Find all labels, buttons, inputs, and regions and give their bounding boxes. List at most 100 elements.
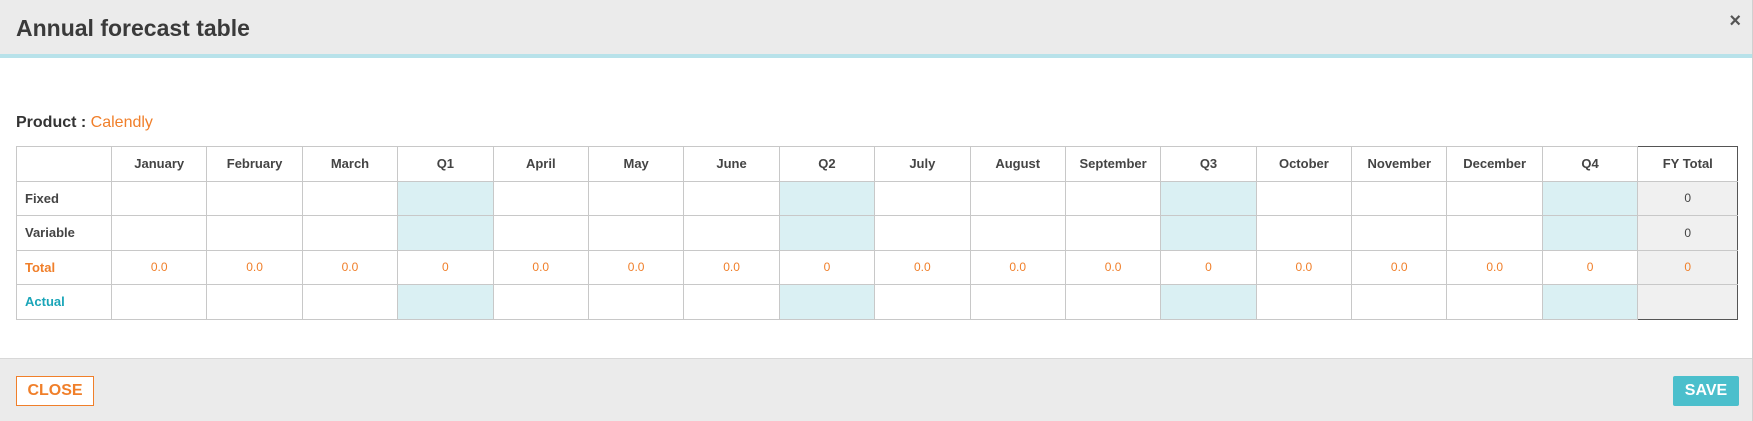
forecast-cell[interactable] [110,215,208,251]
forecast-cell: 0.0 [683,249,780,285]
forecast-cell[interactable] [1255,284,1353,320]
close-button[interactable]: CLOSE [16,376,94,406]
save-button[interactable]: SAVE [1673,376,1739,406]
corner-header-cell [16,146,112,182]
forecast-cell[interactable] [969,215,1066,251]
column-header: July [874,146,971,182]
forecast-cell: 0.0 [1446,249,1543,285]
forecast-cell[interactable] [1446,215,1543,251]
table-row: Actual [16,284,1739,320]
fy-total-cell: 0 [1637,249,1739,285]
forecast-cell[interactable] [874,215,971,251]
forecast-cell: 0.0 [969,249,1066,285]
forecast-cell[interactable] [492,284,589,320]
modal-header: Annual forecast table × [0,0,1752,58]
table-row: Fixed 0 [16,180,1739,216]
column-header: December [1446,146,1543,182]
quarter-cell [1160,215,1257,251]
forecast-cell[interactable] [206,180,303,216]
forecast-cell[interactable] [301,284,399,320]
forecast-cell[interactable] [969,180,1066,216]
quarter-cell [397,215,494,251]
forecast-cell[interactable] [587,284,685,320]
column-header: April [492,146,589,182]
forecast-cell[interactable] [492,215,589,251]
quarter-cell [1160,284,1257,320]
column-header: September [1064,146,1162,182]
forecast-cell: 0.0 [874,249,971,285]
row-label: Variable [16,215,112,251]
forecast-cell[interactable] [206,215,303,251]
forecast-cell[interactable] [874,284,971,320]
column-header: August [969,146,1066,182]
column-header: March [301,146,399,182]
row-label: Total [16,249,112,285]
column-header: November [1351,146,1448,182]
product-value: Calendly [90,114,153,131]
forecast-cell[interactable] [683,180,780,216]
quarter-cell [1541,284,1639,320]
quarter-cell: 0 [397,249,494,285]
forecast-cell[interactable] [1351,284,1448,320]
forecast-cell: 0.0 [1351,249,1448,285]
quarter-cell: 0 [1541,249,1639,285]
table-row: Total 0.0 0.0 0.0 0 0.0 0.0 0.0 0 0.0 0.0 0.0 0 0.0 0.… [16,249,1739,285]
quarter-cell [1541,215,1639,251]
quarter-cell [397,180,494,216]
forecast-cell[interactable] [110,180,208,216]
forecast-cell[interactable] [301,180,399,216]
forecast-cell: 0.0 [110,249,208,285]
column-header: June [683,146,780,182]
column-header: Q1 [397,146,494,182]
quarter-cell: 0 [1160,249,1257,285]
quarter-cell [1541,180,1639,216]
product-label: Product : [16,114,91,131]
quarter-cell [397,284,494,320]
row-label: Fixed [16,180,112,216]
annual-forecast-modal: Annual forecast table × Product : Calend… [0,0,1753,421]
table-row: Variable 0 [16,215,1739,251]
forecast-cell[interactable] [1064,284,1162,320]
column-header: May [587,146,685,182]
forecast-cell[interactable] [1064,180,1162,216]
fy-total-cell: 0 [1637,215,1739,251]
forecast-cell[interactable] [587,215,685,251]
quarter-cell: 0 [778,249,876,285]
forecast-cell[interactable] [1064,215,1162,251]
quarter-cell [778,284,876,320]
modal-title: Annual forecast table [16,15,250,41]
forecast-cell[interactable] [110,284,208,320]
forecast-cell[interactable] [206,284,303,320]
header-row: January February March Q1 April May June Q2 July… [16,146,1739,182]
forecast-table: January February March Q1 April May June Q2 July… [16,146,1739,320]
column-header: February [206,146,303,182]
quarter-cell [778,180,876,216]
forecast-cell: 0.0 [1064,249,1162,285]
row-label: Actual [16,284,112,320]
forecast-cell[interactable] [1255,180,1353,216]
forecast-cell: 0.0 [206,249,303,285]
forecast-cell[interactable] [1446,180,1543,216]
fy-total-cell: 0 [1637,180,1739,216]
close-icon[interactable]: × [1729,11,1741,31]
column-header: January [110,146,208,182]
modal-footer: CLOSE SAVE [0,358,1752,421]
forecast-cell[interactable] [683,284,780,320]
forecast-cell[interactable] [874,180,971,216]
forecast-cell[interactable] [1446,284,1543,320]
forecast-cell: 0.0 [301,249,399,285]
forecast-cell[interactable] [587,180,685,216]
quarter-cell [1160,180,1257,216]
forecast-cell[interactable] [1351,180,1448,216]
forecast-cell: 0.0 [1255,249,1353,285]
column-header: Q4 [1541,146,1639,182]
forecast-cell[interactable] [1255,215,1353,251]
product-line: Product : Calendly [16,114,153,132]
forecast-cell[interactable] [969,284,1066,320]
forecast-cell[interactable] [1351,215,1448,251]
column-header: FY Total [1637,146,1739,182]
forecast-cell[interactable] [492,180,589,216]
quarter-cell [778,215,876,251]
forecast-cell[interactable] [301,215,399,251]
forecast-cell[interactable] [683,215,780,251]
